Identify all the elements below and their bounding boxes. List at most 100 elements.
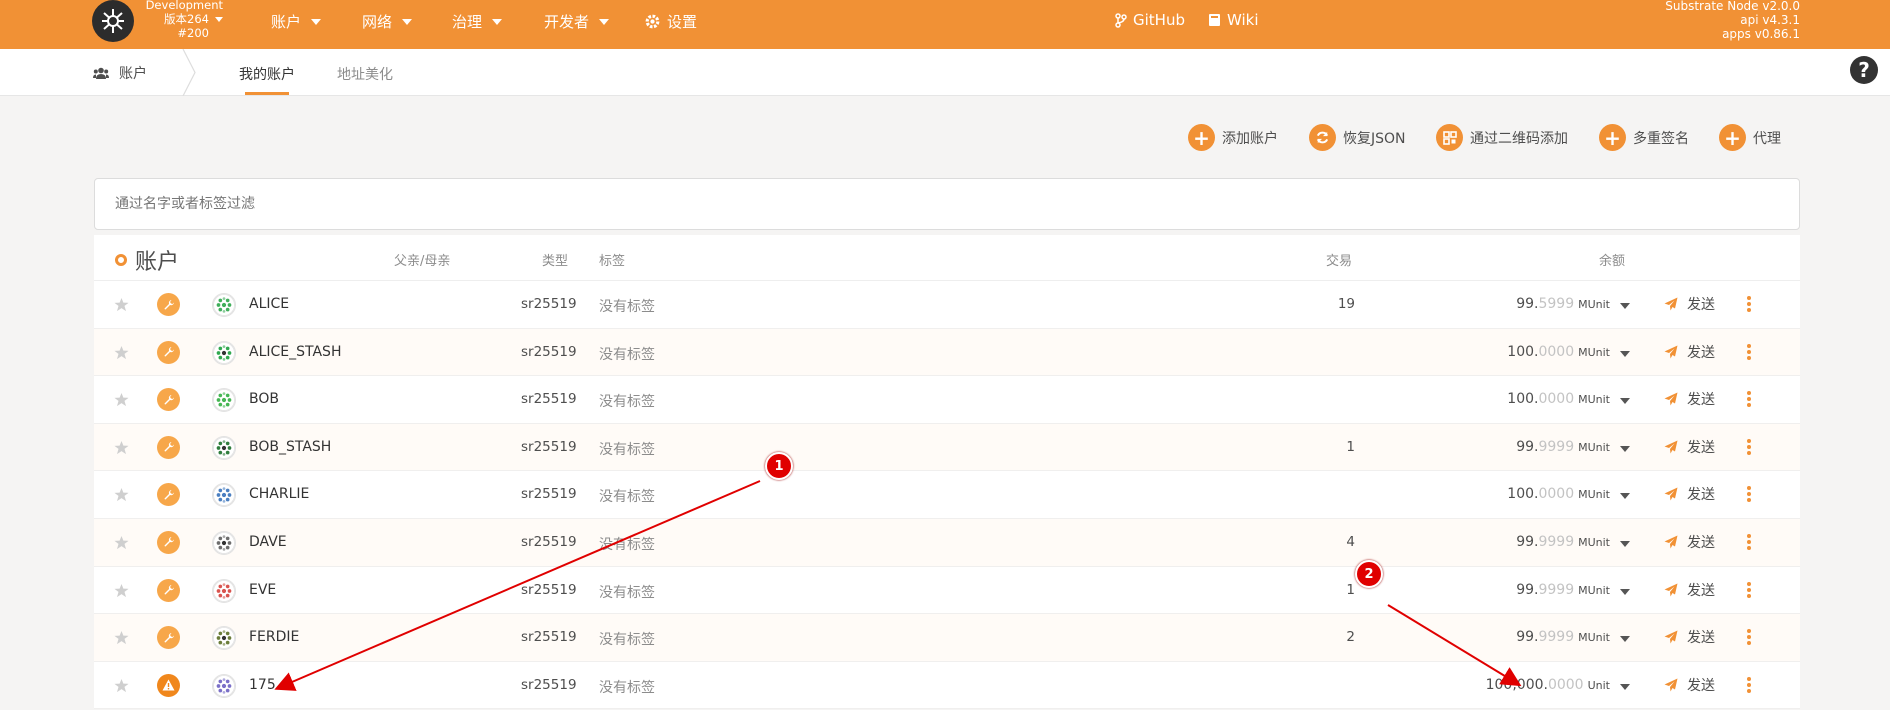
star-icon[interactable] bbox=[114, 345, 129, 360]
more-options-icon[interactable] bbox=[1747, 343, 1751, 360]
chevron-down-icon[interactable] bbox=[1620, 683, 1630, 690]
send-button[interactable]: 发送 bbox=[1664, 437, 1715, 457]
send-button[interactable]: 发送 bbox=[1664, 580, 1715, 600]
chevron-down-icon[interactable] bbox=[1620, 445, 1630, 452]
identicon[interactable] bbox=[212, 626, 236, 651]
account-tags[interactable]: 没有标签 bbox=[599, 677, 655, 697]
transaction-count: 4 bbox=[1346, 533, 1355, 550]
nav-developer-label: 开发者 bbox=[544, 13, 590, 31]
chevron-down-icon[interactable] bbox=[1620, 303, 1630, 309]
chevron-down-icon[interactable] bbox=[1620, 588, 1630, 595]
more-options-icon[interactable] bbox=[1747, 676, 1751, 693]
more-options-icon[interactable] bbox=[1747, 438, 1751, 455]
more-options-icon[interactable] bbox=[1747, 533, 1751, 550]
add-account-button[interactable]: + 添加账户 bbox=[1188, 124, 1278, 151]
send-button[interactable]: 发送 bbox=[1664, 532, 1715, 552]
wrench-icon[interactable] bbox=[157, 293, 180, 316]
account-tags[interactable]: 没有标签 bbox=[599, 486, 655, 506]
wrench-icon[interactable] bbox=[157, 388, 180, 412]
more-options-icon[interactable] bbox=[1747, 486, 1751, 503]
multisig-button[interactable]: + 多重签名 bbox=[1599, 124, 1689, 151]
substrate-logo-icon[interactable] bbox=[92, 0, 134, 42]
account-tags[interactable]: 没有标签 bbox=[599, 439, 655, 459]
account-name[interactable]: ALICE bbox=[249, 296, 289, 312]
account-name[interactable]: BOB bbox=[249, 391, 279, 407]
identicon[interactable] bbox=[212, 435, 236, 460]
send-button[interactable]: 发送 bbox=[1664, 342, 1715, 362]
proxy-button[interactable]: + 代理 bbox=[1719, 124, 1781, 151]
wrench-icon[interactable] bbox=[157, 483, 180, 507]
identicon[interactable] bbox=[212, 673, 236, 698]
send-label: 发送 bbox=[1687, 630, 1715, 647]
account-name[interactable]: BOB_STASH bbox=[249, 439, 331, 455]
send-label: 发送 bbox=[1687, 582, 1715, 599]
add-via-qr-button[interactable]: 通过二维码添加 bbox=[1436, 124, 1568, 151]
send-button[interactable]: 发送 bbox=[1664, 627, 1715, 647]
tab-my-accounts[interactable]: 我的账户 bbox=[239, 64, 295, 84]
wrench-icon[interactable] bbox=[157, 578, 180, 602]
chevron-down-icon[interactable] bbox=[1620, 636, 1630, 643]
book-icon bbox=[1209, 14, 1220, 26]
star-icon[interactable] bbox=[114, 535, 129, 550]
tab-vanity[interactable]: 地址美化 bbox=[337, 64, 393, 84]
more-options-icon[interactable] bbox=[1747, 629, 1751, 646]
identicon[interactable] bbox=[212, 578, 236, 603]
filter-input[interactable] bbox=[94, 178, 1800, 230]
nav-governance-label: 治理 bbox=[452, 13, 483, 31]
identicon[interactable] bbox=[212, 530, 236, 555]
account-name[interactable]: CHARLIE bbox=[249, 486, 309, 502]
annotation-marker-1: 1 bbox=[765, 452, 793, 480]
chevron-down-icon[interactable] bbox=[1620, 493, 1630, 500]
more-options-icon[interactable] bbox=[1747, 296, 1751, 312]
nav-settings[interactable]: 设置 bbox=[644, 11, 697, 32]
more-options-icon[interactable] bbox=[1747, 391, 1751, 408]
identicon[interactable] bbox=[212, 388, 236, 413]
star-icon[interactable] bbox=[114, 297, 129, 312]
star-icon[interactable] bbox=[114, 678, 129, 693]
nav-accounts[interactable]: 账户 bbox=[271, 11, 322, 32]
account-name[interactable]: EVE bbox=[249, 582, 276, 598]
account-tags[interactable]: 没有标签 bbox=[599, 344, 655, 364]
nav-governance[interactable]: 治理 bbox=[452, 11, 503, 32]
help-icon[interactable]: ? bbox=[1850, 56, 1878, 84]
star-icon[interactable] bbox=[114, 487, 129, 502]
chain-selector[interactable]: Development 版本264 #200 bbox=[138, 0, 223, 40]
star-icon[interactable] bbox=[114, 392, 129, 407]
chevron-down-icon bbox=[402, 18, 413, 25]
account-name[interactable]: FERDIE bbox=[249, 629, 299, 645]
star-icon[interactable] bbox=[114, 440, 129, 455]
account-tags[interactable]: 没有标签 bbox=[599, 296, 655, 316]
send-button[interactable]: 发送 bbox=[1664, 389, 1715, 409]
identicon[interactable] bbox=[212, 340, 236, 365]
nav-network[interactable]: 网络 bbox=[362, 11, 413, 32]
plus-icon: + bbox=[1599, 124, 1626, 151]
restore-json-button[interactable]: 恢复JSON bbox=[1309, 124, 1406, 151]
breadcrumb-divider bbox=[182, 49, 196, 96]
nav-developer[interactable]: 开发者 bbox=[544, 11, 610, 32]
star-icon[interactable] bbox=[114, 630, 129, 645]
nav-wiki[interactable]: Wiki bbox=[1208, 11, 1259, 29]
chevron-down-icon[interactable] bbox=[1620, 350, 1630, 357]
wrench-icon[interactable] bbox=[157, 530, 180, 554]
account-tags[interactable]: 没有标签 bbox=[599, 534, 655, 554]
identicon[interactable] bbox=[212, 293, 236, 317]
account-name[interactable]: DAVE bbox=[249, 534, 287, 550]
chevron-down-icon[interactable] bbox=[1620, 540, 1630, 547]
wrench-icon[interactable] bbox=[157, 626, 180, 650]
identicon[interactable] bbox=[212, 483, 236, 508]
send-button[interactable]: 发送 bbox=[1664, 294, 1715, 314]
nav-github[interactable]: GitHub bbox=[1115, 11, 1185, 29]
send-button[interactable]: 发送 bbox=[1664, 484, 1715, 504]
account-tags[interactable]: 没有标签 bbox=[599, 629, 655, 649]
more-options-icon[interactable] bbox=[1747, 581, 1751, 598]
chevron-down-icon[interactable] bbox=[1620, 398, 1630, 405]
account-tags[interactable]: 没有标签 bbox=[599, 391, 655, 411]
star-icon[interactable] bbox=[114, 583, 129, 598]
send-button[interactable]: 发送 bbox=[1664, 675, 1715, 695]
warning-icon[interactable] bbox=[157, 673, 180, 697]
account-tags[interactable]: 没有标签 bbox=[599, 582, 655, 602]
account-name[interactable]: 175 bbox=[249, 677, 276, 693]
wrench-icon[interactable] bbox=[157, 435, 180, 459]
wrench-icon[interactable] bbox=[157, 340, 180, 364]
account-name[interactable]: ALICE_STASH bbox=[249, 344, 341, 360]
